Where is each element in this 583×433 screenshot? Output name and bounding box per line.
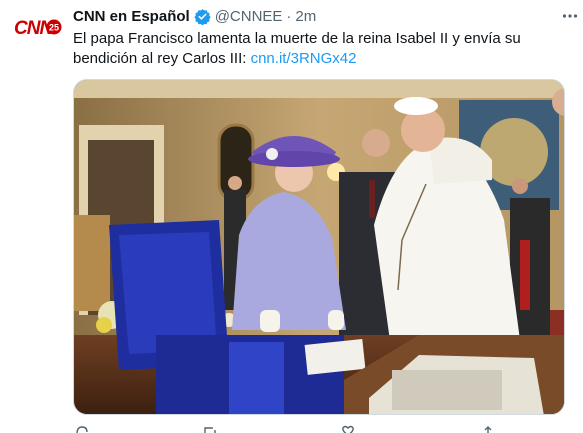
cnn-en-espanol-logo[interactable]: CNN 25	[14, 12, 62, 40]
tweet-card[interactable]: CNN 25 CNN en Español @CNNEE · 2m El pap…	[0, 0, 583, 433]
tweet-photo[interactable]	[73, 79, 565, 415]
author-handle[interactable]: @CNNEE	[215, 8, 283, 25]
tweet-actions	[73, 424, 565, 433]
separator-dot: ·	[286, 7, 292, 25]
retweet-icon[interactable]	[203, 424, 217, 433]
author-name[interactable]: CNN en Español	[73, 8, 190, 25]
like-icon[interactable]	[341, 424, 355, 433]
tweet-header: CNN en Español @CNNEE · 2m	[73, 6, 316, 26]
verified-badge-icon	[194, 8, 211, 25]
share-icon[interactable]	[481, 424, 495, 433]
logo-badge: 25	[49, 23, 59, 33]
reply-icon[interactable]	[75, 424, 89, 433]
tweet-timestamp[interactable]: 2m	[295, 8, 316, 25]
tweet-text: El papa Francisco lamenta la muerte de l…	[73, 29, 568, 69]
more-options-icon[interactable]	[560, 6, 580, 26]
tweet-link[interactable]: cnn.it/3RNGx42	[251, 50, 357, 67]
